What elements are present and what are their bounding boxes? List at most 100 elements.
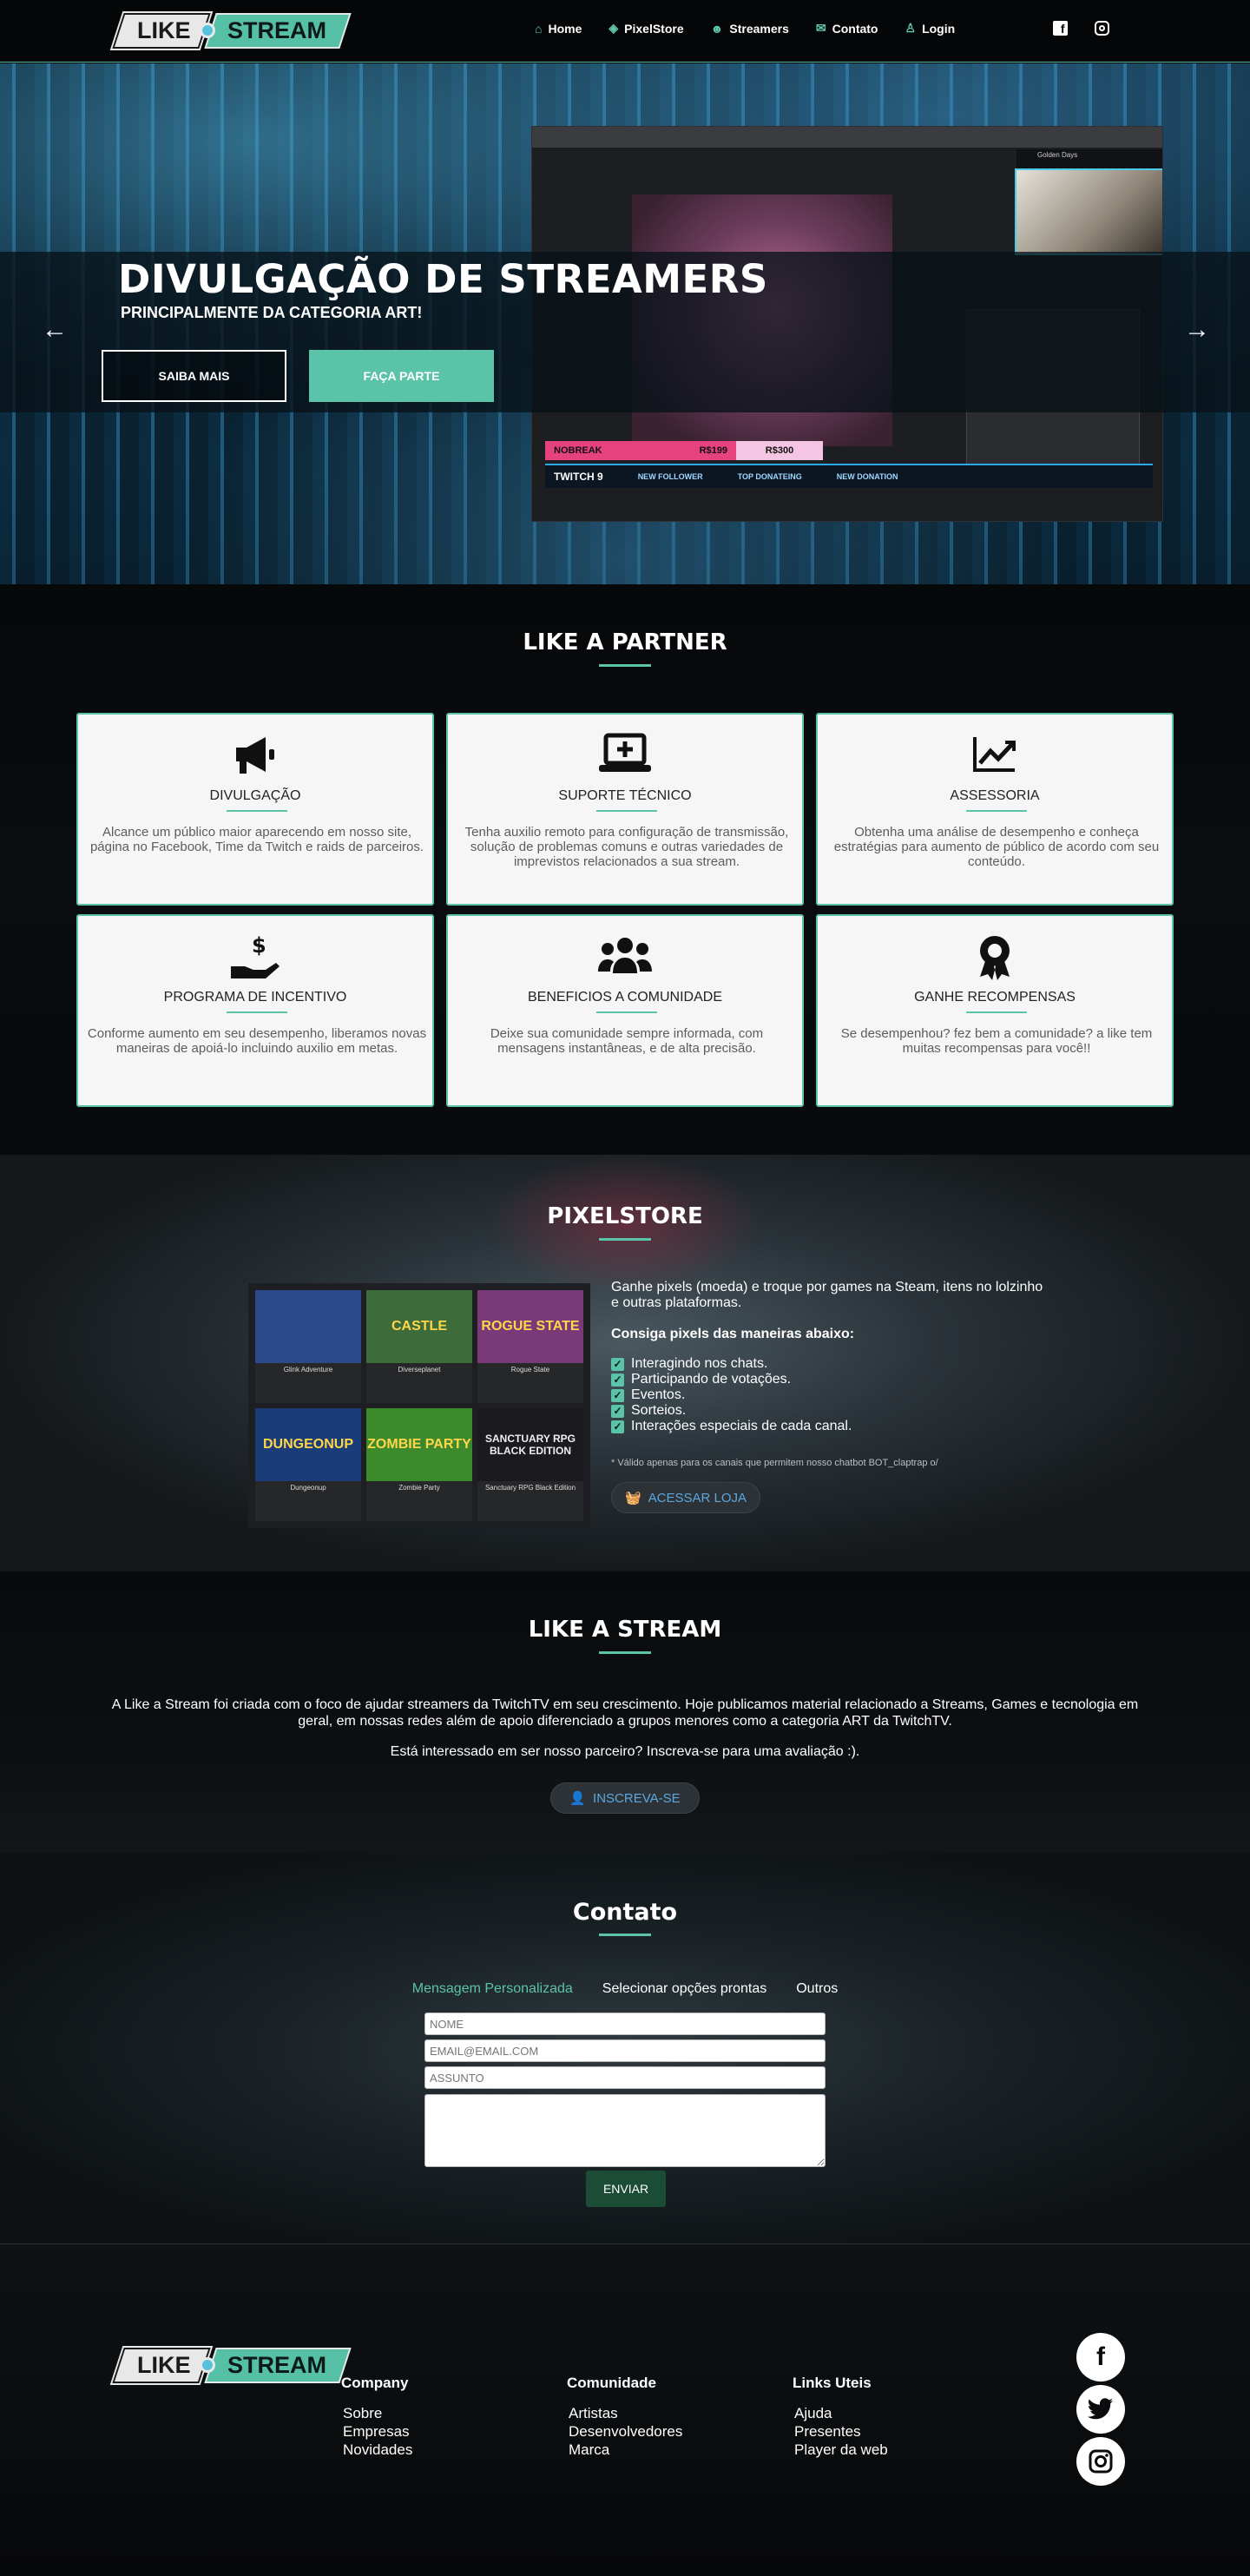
inscreva-se-button[interactable]: 👤 INSCREVA-SE xyxy=(550,1782,700,1814)
footer-link[interactable]: Sobre xyxy=(341,2404,412,2422)
card-beneficios-comunidade: BENEFICIOS A COMUNIDADE Deixe sua comuni… xyxy=(446,914,804,1107)
card-title: ASSESSORIA xyxy=(950,788,1040,803)
tab-outros[interactable]: Outros xyxy=(796,1981,838,1997)
footer-twitter-icon[interactable] xyxy=(1076,2385,1125,2434)
card-title: DIVULGAÇÃO xyxy=(209,788,301,803)
email-field[interactable] xyxy=(424,2039,826,2062)
ss-toolbar xyxy=(532,127,1162,148)
facebook-link[interactable]: f xyxy=(1051,19,1069,36)
game-card[interactable]: CASTLE Diverseplanet xyxy=(366,1290,472,1403)
game-card[interactable]: DUNGEONUP Dungeonup xyxy=(255,1408,361,1521)
megaphone-icon xyxy=(78,732,432,781)
game-name: Dungeonup xyxy=(290,1484,326,1492)
game-card[interactable]: ZOMBIE PARTY Zombie Party xyxy=(366,1408,472,1521)
game-name: Diverseplanet xyxy=(398,1366,441,1374)
acessar-loja-button[interactable]: 🧺 ACESSAR LOJA xyxy=(611,1482,760,1513)
card-underline xyxy=(596,1011,657,1013)
user-plus-icon: 👤 xyxy=(569,1791,587,1806)
ss-bottom-bar: TWITCH 9 NEW FOLLOWER TOP DONATEING NEW … xyxy=(545,464,1153,488)
game-art: ROGUE STATE xyxy=(477,1290,583,1363)
likestream-title: LIKE A STREAM xyxy=(528,1617,722,1643)
faca-parte-button[interactable]: FAÇA PARTE xyxy=(309,350,494,402)
subject-field[interactable] xyxy=(424,2066,826,2089)
nav-pixelstore[interactable]: ◈ PixelStore xyxy=(609,21,683,36)
list-item-label: Participando de votações. xyxy=(631,1372,792,1387)
coins-icon: ◈ xyxy=(609,21,619,35)
footer-link[interactable]: Presentes xyxy=(793,2422,888,2441)
tab-mensagem-personalizada[interactable]: Mensagem Personalizada xyxy=(412,1981,573,1997)
basket-icon: 🧺 xyxy=(624,1491,641,1505)
contato-section: Contato Mensagem Personalizada Seleciona… xyxy=(0,1854,1250,2244)
pixelstore-subhead: Consiga pixels das maneiras abaixo: xyxy=(611,1327,855,1341)
saiba-mais-button[interactable]: SAIBA MAIS xyxy=(102,350,286,402)
card-suporte-tecnico: SUPORTE TÉCNICO Tenha auxilio remoto par… xyxy=(446,713,804,906)
logo-stream-text: STREAM xyxy=(227,16,326,43)
list-item-label: Sorteios. xyxy=(631,1403,687,1418)
enviar-button[interactable]: ENVIAR xyxy=(586,2171,666,2207)
card-divulgacao: DIVULGAÇÃO Alcance um público maior apar… xyxy=(76,713,434,906)
nav-pixelstore-label: PixelStore xyxy=(624,21,684,36)
footer-link[interactable]: Empresas xyxy=(341,2422,412,2441)
navbar: LIKE STREAM ⌂ Home ◈ PixelStore ☻ Streamers… xyxy=(0,0,1250,63)
game-card[interactable]: ROGUE STATE Rogue State xyxy=(477,1290,583,1403)
user-icon: ♙ xyxy=(905,21,917,35)
pixelstore-title: PIXELSTORE xyxy=(547,1203,703,1229)
pixelstore-section: PIXELSTORE Glink Adventure CASTLE Divers… xyxy=(0,1155,1250,1571)
nav-login[interactable]: ♙ Login xyxy=(905,21,956,36)
logo-stream-text: STREAM xyxy=(227,2351,326,2378)
footer-facebook-icon[interactable]: f xyxy=(1076,2333,1125,2382)
game-card[interactable]: Glink Adventure xyxy=(255,1290,361,1403)
instagram-icon xyxy=(1094,20,1109,36)
footer-link[interactable]: Artistas xyxy=(567,2404,682,2422)
site-logo[interactable]: LIKE STREAM xyxy=(112,12,352,49)
logo-dot-icon xyxy=(199,23,215,38)
footer-link[interactable]: Novidades xyxy=(341,2441,412,2459)
name-field[interactable] xyxy=(424,2013,826,2035)
likestream-description: A Like a Stream foi criada com o foco de… xyxy=(111,1697,1139,1729)
footer-instagram-icon[interactable] xyxy=(1076,2437,1125,2486)
check-icon: ✓ xyxy=(611,1357,624,1371)
game-name: Rogue State xyxy=(510,1366,550,1374)
card-title: GANHE RECOMPENSAS xyxy=(914,990,1076,1005)
nav-contato[interactable]: ✉ Contato xyxy=(816,21,878,36)
partner-title: LIKE A PARTNER xyxy=(523,629,727,656)
nav-streamers[interactable]: ☻ Streamers xyxy=(711,22,789,36)
list-item: ✓ Interações especiais de cada canal. xyxy=(611,1419,852,1434)
game-card[interactable]: SANCTUARY RPG BLACK EDITION Sanctuary RP… xyxy=(477,1408,583,1521)
list-item-label: Interagindo nos chats. xyxy=(631,1356,768,1371)
carousel-next-arrow-icon[interactable]: → xyxy=(1184,315,1210,345)
pixelstore-title-underline xyxy=(599,1238,651,1241)
footer-link[interactable]: Player da web xyxy=(793,2441,888,2459)
logo-dot-icon xyxy=(199,2357,215,2373)
footer-link[interactable]: Marca xyxy=(567,2441,682,2459)
game-art: SANCTUARY RPG BLACK EDITION xyxy=(477,1408,583,1481)
contato-title: Contato xyxy=(572,1899,678,1926)
likestream-section: LIKE A STREAM A Like a Stream foi criada… xyxy=(0,1571,1250,1854)
footer-link[interactable]: Desenvolvedores xyxy=(567,2422,682,2441)
pixelstore-list: ✓ Interagindo nos chats. ✓ Participando de… xyxy=(611,1356,852,1434)
acessar-loja-label: ACESSAR LOJA xyxy=(648,1490,747,1505)
tab-selecionar-opcoes[interactable]: Selecionar opções prontas xyxy=(602,1981,766,1997)
list-item: ✓ Interagindo nos chats. xyxy=(611,1356,852,1372)
card-underline xyxy=(227,1011,287,1013)
ss-twitch: TWITCH 9 xyxy=(554,471,603,483)
carousel-prev-arrow-icon[interactable]: ← xyxy=(42,315,68,345)
nav-contato-label: Contato xyxy=(832,21,878,36)
footer-link[interactable]: Ajuda xyxy=(793,2404,888,2422)
footer-col-comunidade: Comunidade Artistas Desenvolvedores Marc… xyxy=(567,2375,682,2459)
game-art xyxy=(255,1290,361,1363)
check-icon: ✓ xyxy=(611,1404,624,1418)
instagram-link[interactable] xyxy=(1093,19,1110,36)
nav-links: ⌂ Home ◈ PixelStore ☻ Streamers ✉ Contato ♙ L… xyxy=(535,21,982,36)
pixelstore-intro: Ganhe pixels (moeda) e troque por games … xyxy=(611,1280,1043,1310)
list-item: ✓ Sorteios. xyxy=(611,1403,852,1419)
game-name: Sanctuary RPG Black Edition xyxy=(484,1484,576,1492)
card-underline xyxy=(966,1011,1027,1013)
message-field[interactable] xyxy=(424,2094,826,2167)
game-art: DUNGEONUP xyxy=(255,1408,361,1481)
card-underline xyxy=(966,810,1027,812)
footer-col-links-uteis: Links Uteis Ajuda Presentes Player da we… xyxy=(793,2375,888,2459)
award-icon xyxy=(818,933,1172,986)
nav-home[interactable]: ⌂ Home xyxy=(535,22,582,36)
footer-logo[interactable]: LIKE STREAM xyxy=(112,2347,352,2383)
